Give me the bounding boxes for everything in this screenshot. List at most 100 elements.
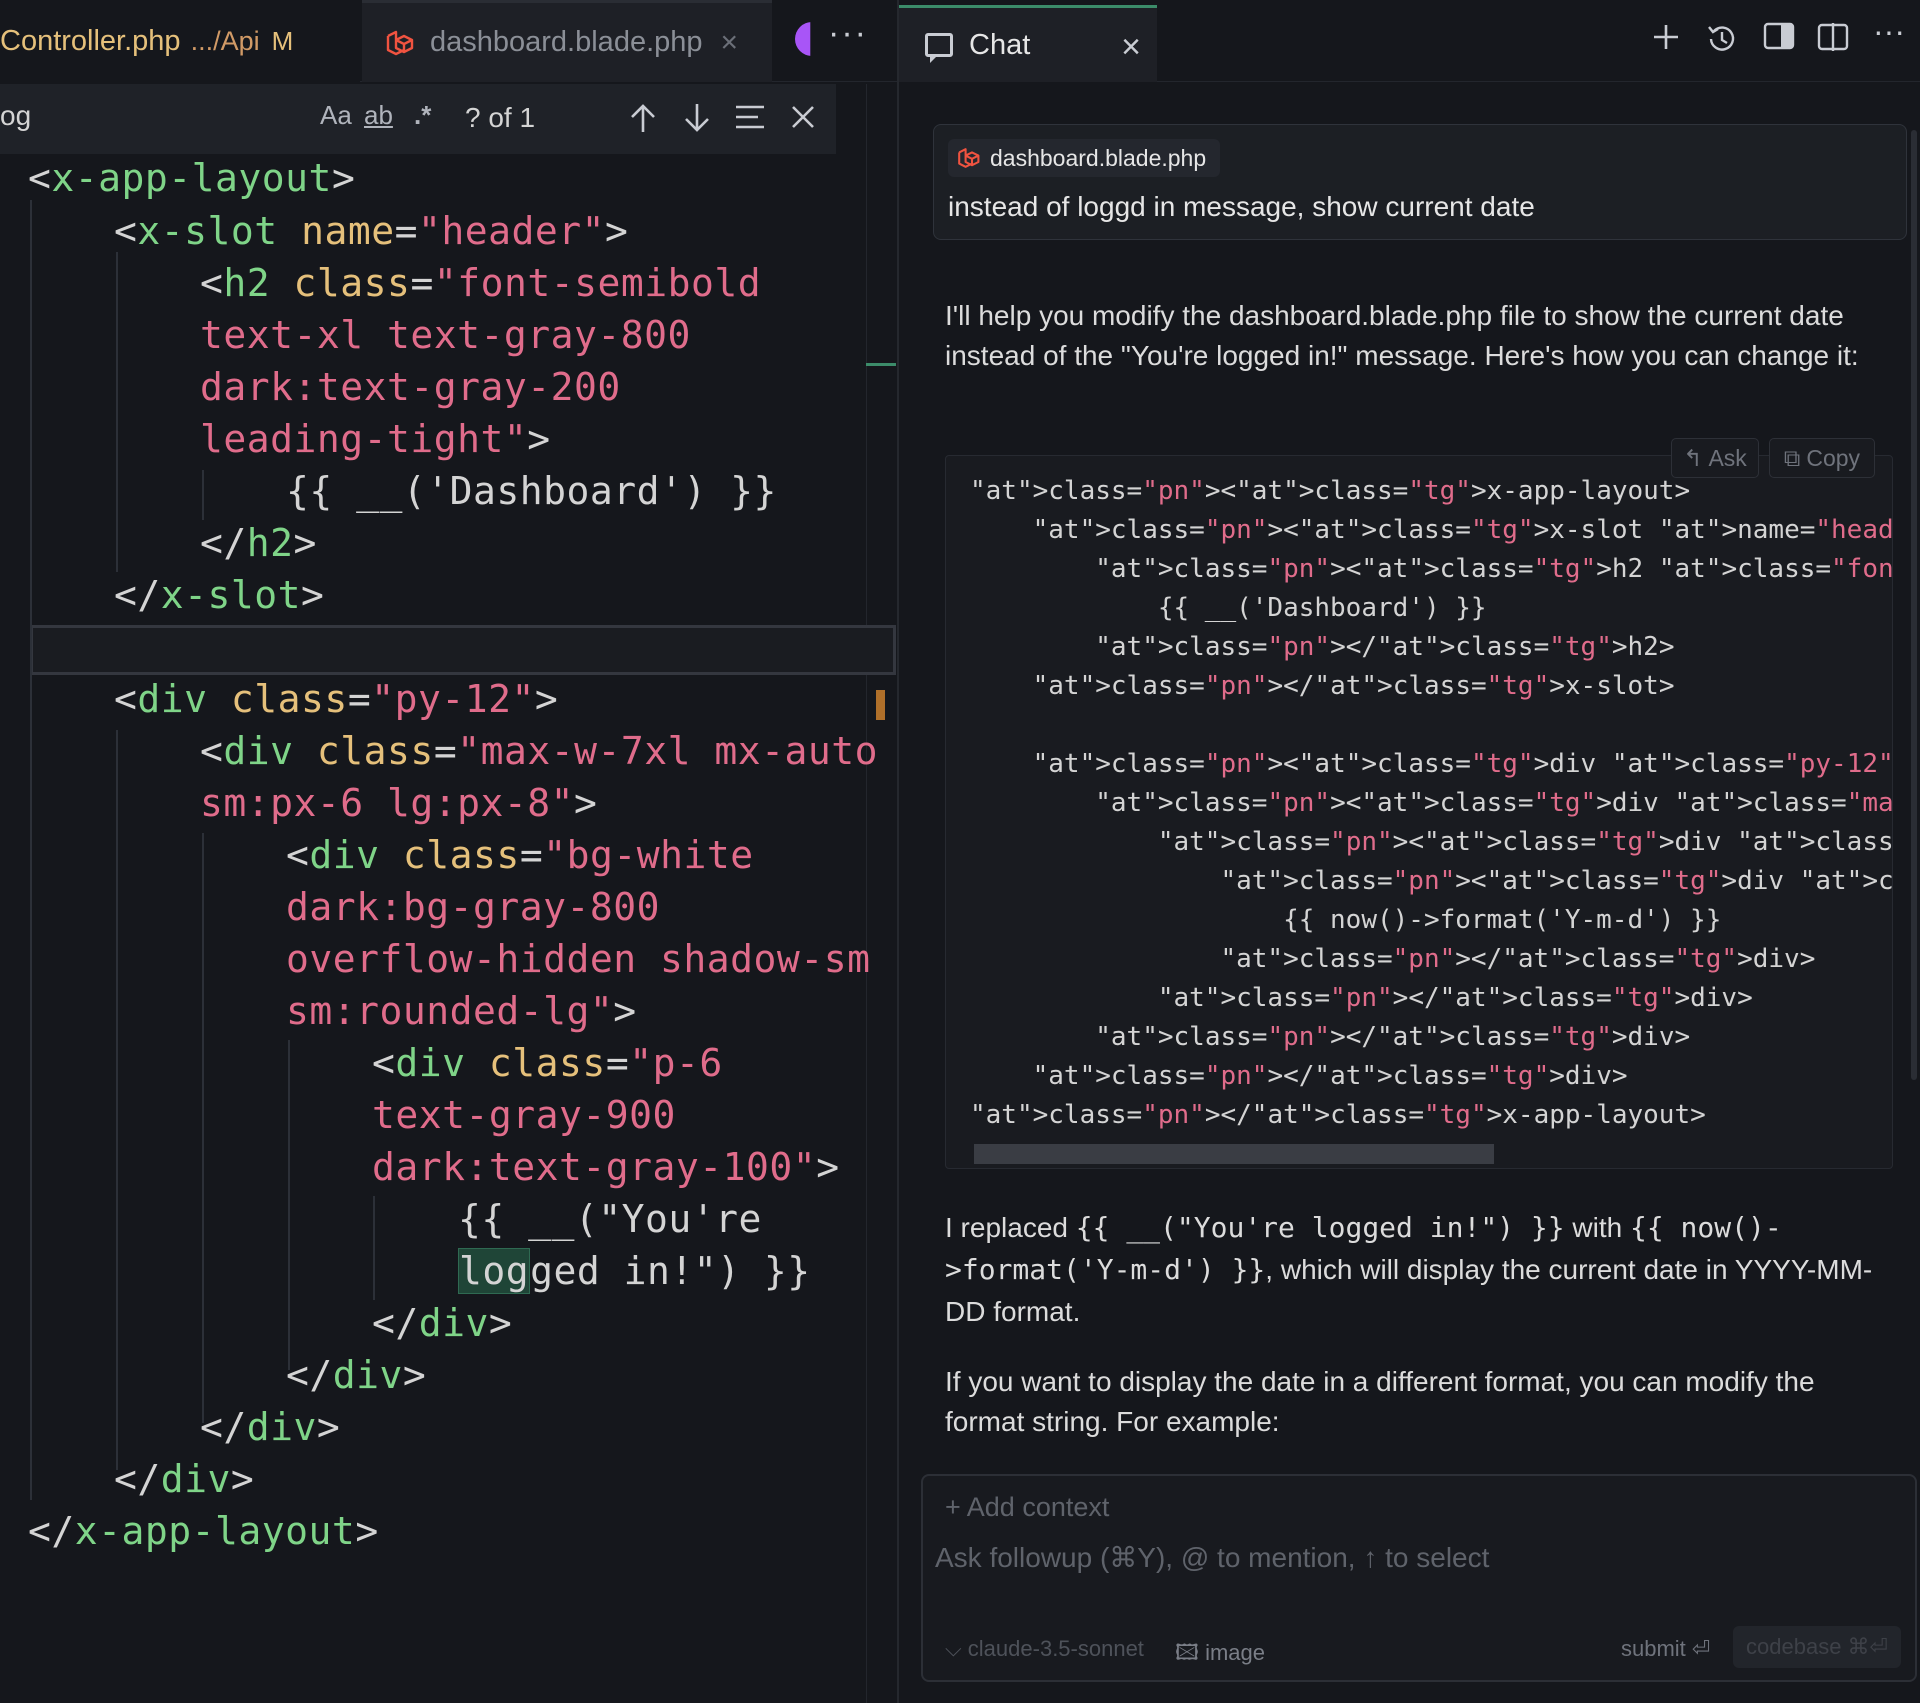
add-context-button[interactable]: + Add context bbox=[945, 1492, 1109, 1523]
code-line[interactable]: </div> bbox=[200, 1401, 340, 1453]
copy-button[interactable]: ⧉ Copy bbox=[1769, 438, 1875, 478]
find-match-highlight: log bbox=[458, 1248, 531, 1294]
find-input[interactable]: og bbox=[0, 100, 31, 132]
code-line[interactable]: dark:text-gray-100"> bbox=[372, 1141, 840, 1193]
code-block-line: "at">class="pn"><"at">class="tg">x-slot … bbox=[1032, 515, 1893, 545]
find-in-selection-icon[interactable] bbox=[734, 104, 766, 130]
code-block-line: "at">class="pn"></"at">class="tg">div> bbox=[1220, 944, 1816, 974]
model-selector[interactable]: ⌵ claude-3.5-sonnet bbox=[945, 1636, 1144, 1662]
code-block-line: "at">class="pn"><"at">class="tg">div "at… bbox=[1032, 749, 1893, 779]
codebase-button[interactable]: codebase ⌘⏎ bbox=[1733, 1626, 1901, 1668]
ask-button[interactable]: ↰ Ask bbox=[1671, 438, 1759, 478]
code-line[interactable]: overflow-hidden shadow-sm bbox=[286, 933, 870, 985]
chat-scrollbar[interactable] bbox=[1911, 130, 1917, 1080]
find-widget: og Aa ab .* ? of 1 bbox=[0, 84, 836, 154]
close-icon[interactable] bbox=[790, 104, 816, 130]
indent-guide bbox=[30, 200, 32, 1500]
code-line[interactable]: <div class="py-12"> bbox=[114, 673, 558, 725]
code-line[interactable]: logged in!") }} bbox=[458, 1245, 811, 1297]
indent-guide bbox=[202, 470, 204, 520]
more-tabs-icon[interactable]: ··· bbox=[828, 14, 868, 53]
tab-chat[interactable]: Chat × bbox=[899, 5, 1157, 82]
indent-guide bbox=[373, 1196, 375, 1300]
code-line[interactable]: leading-tight"> bbox=[200, 413, 551, 465]
followup-input[interactable] bbox=[935, 1542, 1895, 1574]
code-line[interactable]: text-gray-900 bbox=[372, 1089, 676, 1141]
code-line[interactable]: text-xl text-gray-800 bbox=[200, 309, 691, 361]
code-line[interactable]: </h2> bbox=[200, 517, 317, 569]
code-line[interactable]: </x-app-layout> bbox=[28, 1505, 379, 1557]
code-line[interactable]: dark:text-gray-200 bbox=[200, 361, 621, 413]
chevron-down-icon: ⌵ bbox=[945, 1636, 968, 1661]
context-file-chip[interactable]: dashboard.blade.php bbox=[948, 139, 1221, 177]
editor-scrollbar[interactable] bbox=[866, 84, 896, 1703]
extension-tab-icon[interactable] bbox=[795, 22, 811, 56]
match-case-icon[interactable]: Aa bbox=[320, 100, 352, 131]
code-line[interactable]: sm:px-6 lg:px-8"> bbox=[200, 777, 597, 829]
match-count: ? of 1 bbox=[465, 102, 536, 133]
tag-name: x-app-layout bbox=[51, 156, 332, 200]
arrow-up-icon[interactable] bbox=[628, 102, 658, 134]
arrow-down-icon[interactable] bbox=[682, 102, 712, 134]
laravel-icon bbox=[956, 146, 980, 170]
more-icon[interactable]: ··· bbox=[1873, 14, 1905, 48]
chat-composer: + Add context ⌵ claude-3.5-sonnet 🖾 imag… bbox=[921, 1474, 1917, 1682]
minimap-marker bbox=[866, 363, 896, 366]
tab-path: .../Api bbox=[190, 25, 260, 56]
code-line[interactable]: </x-slot> bbox=[114, 569, 324, 621]
code-line[interactable]: </div> bbox=[114, 1453, 254, 1505]
code-block-line: {{ now()->format('Y-m-d') }} bbox=[970, 905, 1722, 935]
editor-tab-bar: Controller.php .../Api M dashboard.blade… bbox=[0, 0, 897, 82]
code-block-line: "at">class="pn"></"at">class="tg">div> bbox=[1032, 1061, 1628, 1091]
code-block-line: "at">class="pn"><"at">class="tg">div "at… bbox=[1095, 788, 1893, 818]
whole-word-icon[interactable]: ab bbox=[364, 100, 393, 131]
code-line[interactable]: sm:rounded-lg"> bbox=[286, 985, 637, 1037]
code-editor: Controller.php .../Api M dashboard.blade… bbox=[0, 0, 897, 1703]
code-line[interactable]: <x-slot name="header"> bbox=[114, 205, 628, 257]
close-icon[interactable]: × bbox=[1121, 28, 1141, 67]
plus-icon[interactable] bbox=[1651, 22, 1681, 52]
reply-icon: ↰ bbox=[1683, 444, 1703, 471]
code-line[interactable]: <div class="bg-white bbox=[286, 829, 754, 881]
regex-icon[interactable]: .* bbox=[414, 100, 431, 131]
code-line[interactable]: <h2 class="font-semibold bbox=[200, 257, 761, 309]
code-line[interactable]: dark:bg-gray-800 bbox=[286, 881, 660, 933]
current-line-highlight bbox=[30, 625, 896, 675]
split-icon[interactable] bbox=[1817, 22, 1849, 52]
user-message[interactable]: dashboard.blade.php instead of loggd in … bbox=[933, 124, 1907, 240]
laravel-icon bbox=[384, 28, 414, 58]
copy-icon: ⧉ bbox=[1783, 444, 1801, 471]
code-line[interactable]: {{ __("You're bbox=[458, 1193, 762, 1245]
image-button[interactable]: 🖾 image bbox=[1175, 1636, 1265, 1674]
modified-badge: M bbox=[271, 25, 294, 56]
code-block-line: "at">class="pn"><"at">class="tg">div "at… bbox=[1220, 866, 1893, 896]
context-file-name: dashboard.blade.php bbox=[990, 144, 1207, 171]
code-block[interactable]: "at">class="pn"><"at">class="tg">x-app-l… bbox=[945, 455, 1893, 1169]
history-icon[interactable] bbox=[1705, 22, 1739, 56]
tab-label: Chat bbox=[969, 28, 1031, 61]
submit-button[interactable]: submit ⏎ bbox=[1621, 1636, 1710, 1662]
assistant-explanation: I replaced {{ __("You're logged in!") }}… bbox=[945, 1211, 1873, 1327]
code-line[interactable]: </div> bbox=[372, 1297, 512, 1349]
close-icon[interactable]: × bbox=[721, 26, 739, 60]
code-block-line: "at">class="pn"></"at">class="tg">x-app-… bbox=[970, 1100, 1706, 1130]
code-line[interactable]: <x-app-layout> bbox=[28, 152, 355, 204]
chat-tab-bar: Chat × ··· bbox=[899, 0, 1920, 82]
code-block-line: "at">class="pn"></"at">class="tg">h2> bbox=[1095, 632, 1675, 662]
code-line[interactable]: <div class="p-6 bbox=[372, 1037, 723, 1089]
tab-controller-php[interactable]: Controller.php .../Api M bbox=[0, 0, 360, 82]
code-line[interactable]: <div class="max-w-7xl mx-auto bbox=[200, 725, 878, 777]
minimap-marker bbox=[876, 690, 885, 720]
code-block-scrollbar[interactable] bbox=[974, 1144, 1494, 1164]
code-block-line: "at">class="pn"><"at">class="tg">x-app-l… bbox=[970, 476, 1691, 506]
indent-guide bbox=[202, 833, 204, 1423]
code-line[interactable]: {{ __('Dashboard') }} bbox=[286, 465, 777, 517]
tab-filename: dashboard.blade.php bbox=[430, 26, 703, 58]
code-block-line: "at">class="pn"><"at">class="tg">div "at… bbox=[1157, 827, 1893, 857]
chat-icon bbox=[925, 33, 953, 63]
tab-dashboard-blade[interactable]: dashboard.blade.php × bbox=[362, 0, 772, 82]
code-line[interactable]: </div> bbox=[286, 1349, 426, 1401]
sidebar-icon[interactable] bbox=[1763, 22, 1795, 50]
code-block-line: "at">class="pn"></"at">class="tg">div> bbox=[1157, 983, 1753, 1013]
code-block-line: "at">class="pn"></"at">class="tg">x-slot… bbox=[1032, 671, 1675, 701]
